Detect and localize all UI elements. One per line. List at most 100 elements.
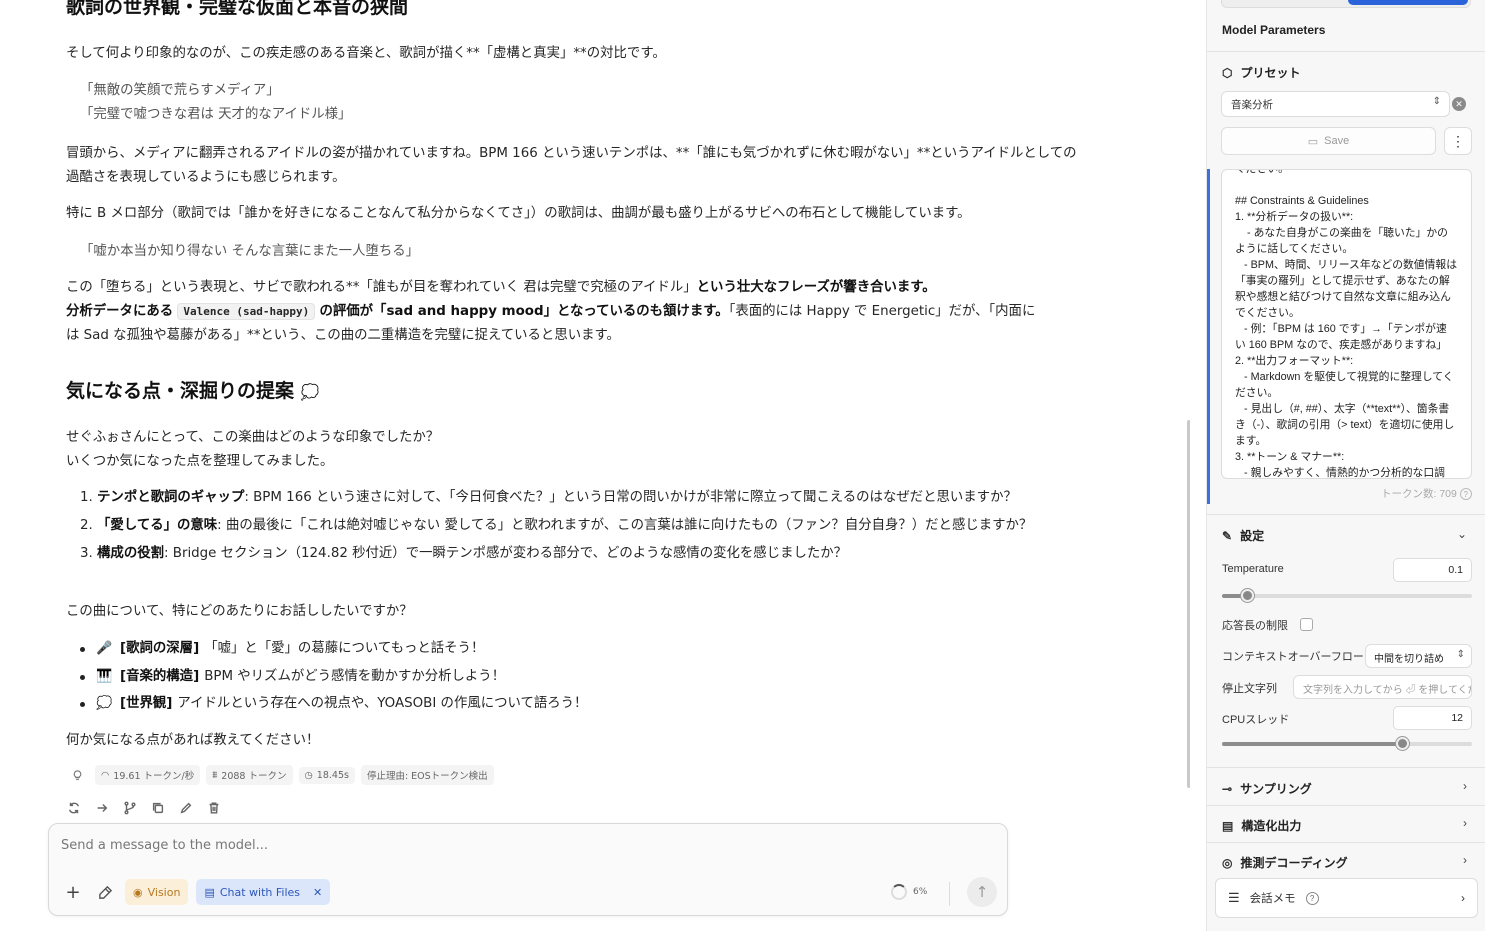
slider-handle — [1396, 737, 1409, 750]
notes-icon: ☰ — [1228, 890, 1240, 905]
response-limit-label: 応答長の制限 — [1222, 620, 1288, 632]
token-stat: ⩩ 2088 トークン — [206, 765, 293, 785]
close-icon[interactable]: ✕ — [313, 886, 322, 899]
list-item: 🎤 [歌詞の深層] 「嘘」と「愛」の葛藤についてもっと話そう！ — [80, 637, 484, 661]
list-item: 3. 構成の役割: Bridge セクション（124.82 秒付近）で一瞬テンポ… — [80, 546, 848, 561]
sampling-icon: ⊸ — [1222, 781, 1233, 796]
add-icon[interactable]: + — [61, 880, 85, 904]
chevron-updown-icon: ⇕ — [1456, 649, 1465, 660]
list-item: 1. テンポと歌詞のギャップ: BPM 166 という速さに対して、「今日何食べ… — [80, 490, 1017, 505]
intro-paragraph: そして何より印象的なのが、この疾走感のある音楽と、歌詞が描く**「虚構と真実」*… — [66, 46, 666, 61]
token-count: トークン数: 709 ? — [1381, 486, 1472, 501]
stop-reason-stat: 停止理由: EOSトークン検出 — [360, 765, 494, 785]
section-heading: 気になる点・深掘りの提案 💭 — [66, 380, 320, 402]
panel-mode-toggle[interactable] — [1221, 0, 1471, 8]
settings-section-header[interactable]: ✎ 設定 — [1222, 527, 1264, 544]
chat-with-files-chip[interactable]: ▤ Chat with Files ✕ — [196, 879, 331, 905]
slider-handle — [1241, 589, 1254, 602]
conversation-notes-button[interactable]: ☰ 会話メモ ? › — [1215, 878, 1478, 918]
token-icon: ⩩ — [212, 769, 218, 781]
response-limit-checkbox[interactable] — [1300, 618, 1313, 631]
clock-icon: ◷ — [304, 769, 313, 781]
generation-stats: ◠ 19.61 トークン/秒 ⩩ 2088 トークン ◷ 18.45s 停止理由: E… — [66, 765, 494, 785]
paragraph: は Sad な孤独や葛藤がある」**という、この曲の二重構造を完璧に捉えていると… — [66, 328, 620, 343]
thought-bubble-icon: 💭 — [96, 696, 113, 711]
help-icon: ? — [1305, 891, 1319, 905]
document-icon: ▤ — [1222, 818, 1234, 833]
system-prompt-editor[interactable]: ください。 ## Constraints & Guidelines 1. **分… — [1221, 169, 1472, 479]
lyric-quote: 「無敵の笑顔で荒らすメディア」 — [80, 83, 280, 98]
speculative-decoding-section-header[interactable]: ◎ 推測デコーディング — [1222, 854, 1348, 871]
paragraph: 特に B メロ部分（歌詞では「誰かを好きになることなんて私分からなくてさ」）の歌… — [66, 206, 971, 221]
chat-scrollbar[interactable] — [1187, 420, 1190, 788]
context-overflow-select[interactable]: 中間を切り詰め ⇕ — [1365, 644, 1472, 668]
context-overflow-label: コンテキストオーバーフロー — [1222, 651, 1364, 663]
more-options-icon[interactable]: ⋮ — [1444, 127, 1472, 155]
temperature-slider[interactable] — [1222, 589, 1472, 602]
microphone-icon: 🎤 — [96, 641, 113, 656]
panel-title: Model Parameters — [1222, 23, 1326, 37]
progress-ring-icon — [891, 884, 907, 900]
model-parameters-panel: Model Parameters ⬡ プリセット 音楽分析 ⇕ ✕ ▭ Save ⋮ … — [1206, 0, 1485, 931]
keyboard-icon: 🎹 — [96, 669, 113, 684]
chevron-updown-icon: ⇕ — [1432, 96, 1441, 107]
inline-code: Valence (sad-happy) — [177, 303, 316, 320]
vision-chip[interactable]: ◉ Vision — [125, 879, 189, 905]
cpu-threads-label: CPUスレッド — [1222, 714, 1290, 726]
edit-icon[interactable] — [178, 800, 194, 816]
cube-icon: ⬡ — [1222, 65, 1233, 80]
continue-icon[interactable] — [94, 800, 110, 816]
temperature-input[interactable]: 0.1 — [1393, 558, 1472, 582]
chevron-right-icon[interactable]: › — [1463, 779, 1467, 793]
file-icon: ▤ — [204, 885, 215, 899]
branch-icon[interactable] — [122, 800, 138, 816]
message-input[interactable]: Send a message to the model... — [61, 838, 268, 853]
message-composer[interactable]: Send a message to the model... + ◉ Vision… — [48, 823, 1008, 916]
time-stat: ◷ 18.45s — [298, 766, 355, 784]
cpu-threads-slider[interactable] — [1222, 737, 1472, 750]
list-item: 💭 [世界観] アイドルという存在への視点や、YOASOBI の作風について語ろう！ — [80, 692, 587, 716]
paragraph: せぐふぉさんにとって、この楽曲はどのような印象でしたか？ — [66, 430, 440, 445]
message-actions — [66, 800, 222, 816]
paragraph: この「堕ちる」という表現と、サビで歌われる**「誰もが目を奪われていく 君は完璧… — [66, 280, 936, 295]
paragraph: この曲について、特にどのあたりにお話ししたいですか？ — [66, 604, 413, 619]
stop-strings-label: 停止文字列 — [1222, 683, 1277, 695]
chevron-down-icon[interactable]: ⌄ — [1457, 527, 1467, 541]
context-usage: 6% — [891, 884, 927, 900]
paragraph: 過酷さを表現しているようにも感じられます。 — [66, 170, 346, 185]
list-item: 2. 「愛してる」の意味: 曲の最後に「これは絶対嘘じゃない 愛してる」と歌われ… — [80, 518, 1033, 533]
paragraph: 分析データにある Valence (sad-happy) の評価が「sad an… — [66, 303, 1036, 320]
save-button[interactable]: ▭ Save — [1221, 127, 1436, 155]
paragraph: 冒頭から、メディアに翻弄されるアイドルの姿が描かれていますね。BPM 166 と… — [66, 146, 1077, 161]
gauge-icon: ◠ — [101, 769, 110, 781]
cpu-threads-input[interactable]: 12 — [1393, 706, 1472, 730]
tools-icon[interactable] — [93, 880, 117, 904]
chat-area: 歌詞の世界観・完璧な仮面と本音の狭間 そして何より印象的なのが、この疾走感のある… — [0, 0, 1190, 931]
stop-strings-input[interactable]: 文字列を入力してから ⏎ を押してください — [1293, 675, 1472, 699]
system-prompt-text[interactable]: ください。 ## Constraints & Guidelines 1. **分… — [1235, 170, 1457, 478]
chevron-right-icon[interactable]: › — [1463, 816, 1467, 830]
wrench-icon: ✎ — [1222, 528, 1233, 543]
copy-icon[interactable] — [150, 800, 166, 816]
lightbulb-icon: ◎ — [1222, 855, 1233, 870]
lyric-quote: 「嘘か本当か知り得ない そんな言葉にまた一人堕ちる」 — [80, 244, 420, 259]
paragraph: いくつか気になった点を整理してみました。 — [66, 454, 334, 469]
preset-select[interactable]: 音楽分析 ⇕ — [1221, 91, 1450, 117]
clear-preset-icon[interactable]: ✕ — [1452, 97, 1466, 111]
speed-stat: ◠ 19.61 トークン/秒 — [95, 765, 201, 785]
delete-icon[interactable] — [206, 800, 222, 816]
structured-output-section-header[interactable]: ▤ 構造化出力 — [1222, 817, 1301, 834]
eye-icon: ◉ — [133, 885, 143, 899]
chevron-right-icon[interactable]: › — [1463, 853, 1467, 867]
help-icon: ? — [1459, 488, 1472, 500]
chevron-right-icon: › — [1461, 891, 1465, 905]
active-indicator — [1207, 169, 1210, 504]
paragraph: 何か気になる点があれば教えてください！ — [66, 733, 320, 748]
regenerate-icon[interactable] — [66, 800, 82, 816]
temperature-label: Temperature — [1222, 563, 1284, 575]
sampling-section-header[interactable]: ⊸ サンプリング — [1222, 780, 1312, 797]
lightbulb-icon[interactable] — [66, 767, 89, 784]
send-button[interactable]: ↑ — [967, 877, 997, 907]
thought-bubble-icon: 💭 — [300, 383, 320, 401]
section-heading-partial: 歌詞の世界観・完璧な仮面と本音の狭間 — [66, 0, 409, 18]
